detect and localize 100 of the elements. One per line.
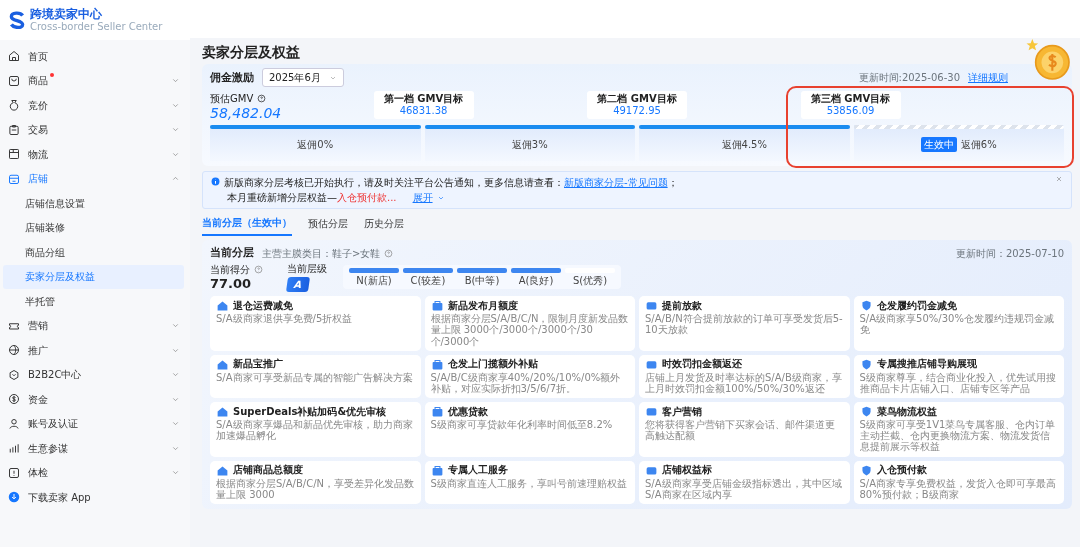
benefit-title: 菜鸟物流权益 bbox=[876, 405, 937, 418]
benefit-description: S/A级商家退供享免费/5折权益 bbox=[216, 313, 354, 325]
month-select[interactable]: 2025年6月 bbox=[262, 68, 344, 87]
chart-icon bbox=[8, 442, 20, 455]
notice-text: 新版商家分层考核已开始执行，请及时关注平台公告通知，更多信息请查看：新版商家分层-常见问题； bbox=[224, 176, 678, 191]
benefit-description: 根据商家分层S/A/B/C/N，享受差异化发品数量上限 3000 bbox=[216, 477, 415, 500]
help-icon bbox=[384, 248, 394, 258]
benefit-description: 您将获得客户营销下买家会话、邮件渠道更高触达配额 bbox=[645, 419, 836, 442]
level-name: A(良好) bbox=[517, 274, 555, 286]
house-icon bbox=[216, 299, 229, 313]
notice-detail: 本月重磅新增分层权益—入仓预付款... bbox=[227, 191, 397, 206]
sidebar-item[interactable]: 商品 bbox=[0, 68, 190, 93]
sidebar-item[interactable]: 首页 bbox=[0, 44, 190, 69]
sidebar-item[interactable]: 资金 bbox=[0, 387, 190, 412]
benefit-description: S/A/B/C级商家享40%/20%/10%/0%额外补贴，对应实际折扣3/5/6/7折。 bbox=[430, 371, 622, 395]
benefit-title: 店铺权益标 bbox=[662, 464, 712, 477]
sidebar-item[interactable]: 体检 bbox=[0, 460, 190, 485]
sidebar-subitem[interactable]: 商品分组 bbox=[3, 240, 184, 265]
logo-icon bbox=[8, 11, 26, 29]
section-title: 佣金激励 bbox=[210, 69, 254, 85]
benefit-description: 店铺上月发货及时率达标的S/A/B级商家，享上月时效罚扣金额100%/50%/30%返还 bbox=[645, 371, 843, 395]
benefit-title: 入仓预付款 bbox=[876, 464, 927, 477]
wallet-icon bbox=[645, 299, 658, 313]
sidebar-subitem[interactable]: 店铺装修 bbox=[3, 215, 184, 240]
briefcase-icon bbox=[430, 299, 444, 313]
shield-icon bbox=[859, 299, 873, 313]
sidebar-subitem[interactable]: 半托管 bbox=[3, 289, 184, 314]
help-icon bbox=[257, 94, 267, 103]
tab[interactable]: 历史分层 bbox=[364, 213, 404, 237]
sidebar-item[interactable]: 物流 bbox=[0, 142, 190, 167]
status-badge: 生效中 bbox=[920, 137, 957, 153]
store-icon bbox=[8, 172, 20, 185]
update-time: 更新时间:2025-06-30 bbox=[858, 71, 960, 85]
gmv-value: 58,482.04 bbox=[210, 106, 282, 122]
benefit-description: S/A/B/N符合提前放款的订单可享受发货后5-10天放款 bbox=[645, 313, 844, 336]
sidebar-subitem[interactable]: 店铺信息设置 bbox=[3, 191, 184, 216]
benefit-title: 时效罚扣金额返还 bbox=[662, 358, 742, 371]
target-value: 46831.38 bbox=[398, 105, 449, 117]
home-icon bbox=[8, 50, 20, 63]
download-icon bbox=[8, 491, 20, 504]
sidebar-subitem[interactable]: 卖家分层及权益 bbox=[3, 264, 184, 289]
briefcase-icon bbox=[430, 463, 444, 477]
segment-label: 返佣4.5% bbox=[721, 138, 767, 153]
benefit-description: S/A商家可享受新品专属的智能广告解决方案 bbox=[216, 371, 414, 383]
segment-label: 返佣6% bbox=[960, 138, 997, 153]
benefit-description: S级商家可享受1V1菜鸟专属客服、仓内订单主动拦截、仓内更换物流方案、物流发货信息提前展示等权益 bbox=[859, 419, 1057, 453]
benefit-title: 新品发布月额度 bbox=[447, 299, 518, 312]
benefit-description: S/A级商家享受店铺金级指标透出，其中区域S/A商家在区域内享 bbox=[645, 477, 843, 500]
score-label: 当前得分 bbox=[210, 263, 250, 277]
clipboard-icon bbox=[8, 123, 20, 136]
person-icon bbox=[8, 417, 20, 430]
benefit-title: 仓发履约罚金减免 bbox=[876, 299, 957, 312]
house-icon bbox=[216, 405, 229, 419]
sidebar-item[interactable]: 账号及认证 bbox=[0, 411, 190, 436]
briefcase-icon bbox=[430, 357, 444, 371]
sidebar-item[interactable]: 生意参谋 bbox=[0, 436, 190, 461]
benefit-title: 提前放款 bbox=[662, 299, 702, 312]
globe-icon bbox=[8, 344, 20, 357]
sidebar-item[interactable]: 营销 bbox=[0, 313, 190, 338]
sidebar-item[interactable]: B2B2C中心 bbox=[0, 362, 190, 387]
benefit-title: 专属人工服务 bbox=[447, 464, 508, 477]
shield-icon bbox=[859, 405, 873, 419]
help-icon bbox=[254, 265, 263, 274]
close-button[interactable] bbox=[1055, 175, 1063, 184]
level-name: N(新店) bbox=[355, 274, 393, 286]
dollar-icon bbox=[8, 393, 20, 406]
hexagon-icon bbox=[8, 368, 20, 381]
benefit-title: 退仓运费减免 bbox=[233, 299, 293, 312]
rules-link[interactable]: 详细规则 bbox=[968, 70, 1008, 85]
page-title: 卖家分层及权益 bbox=[202, 44, 300, 60]
benefit-description: S级商家直连人工服务，享叫号前速理赔权益 bbox=[430, 477, 628, 489]
box-icon bbox=[8, 148, 20, 161]
sidebar-item[interactable]: 交易 bbox=[0, 117, 190, 142]
benefit-title: 新品宝推广 bbox=[233, 358, 283, 371]
level-name: B(中等) bbox=[463, 274, 501, 286]
info-icon bbox=[211, 177, 220, 187]
sidebar-item[interactable]: 店铺 bbox=[0, 166, 190, 191]
expand-link[interactable]: 展开 bbox=[412, 190, 445, 206]
download-app-link[interactable]: 下载卖家 App bbox=[0, 485, 190, 510]
wallet-icon bbox=[645, 405, 658, 419]
tab[interactable]: 当前分层（生效中） bbox=[202, 213, 292, 237]
sidebar-item[interactable]: 推广 bbox=[0, 338, 190, 363]
benefit-description: S/A级商家享爆品和新品优先审核，助力商家加速爆品孵化 bbox=[216, 419, 414, 442]
checkup-icon bbox=[8, 466, 20, 479]
benefit-title: 客户营销 bbox=[662, 405, 702, 418]
shield-icon bbox=[859, 463, 873, 477]
close-icon bbox=[1055, 175, 1063, 184]
level-name: C(较差) bbox=[409, 274, 447, 286]
benefit-description: S/A商家专享免费权益，发货入仓即可享最高80%预付款；B级商家 bbox=[859, 477, 1058, 500]
benefit-title: 仓发上门揽额外补贴 bbox=[447, 358, 538, 371]
faq-link[interactable]: 新版商家分层-常见问题 bbox=[564, 177, 668, 189]
briefcase-icon bbox=[430, 405, 444, 419]
benefit-description: S/A级商家享50%/30%仓发履约违规罚金减免 bbox=[859, 313, 1055, 336]
target-value: 53856.09 bbox=[825, 105, 876, 117]
tab[interactable]: 预估分层 bbox=[308, 213, 348, 237]
category-text: 主营主膜类目：鞋子>女鞋 bbox=[262, 246, 381, 261]
segment-label: 返佣0% bbox=[297, 138, 334, 153]
segment-label: 返佣3% bbox=[511, 138, 548, 153]
sidebar-item[interactable]: 竞价 bbox=[0, 93, 190, 118]
gmv-label: 预估GMV bbox=[210, 92, 254, 106]
